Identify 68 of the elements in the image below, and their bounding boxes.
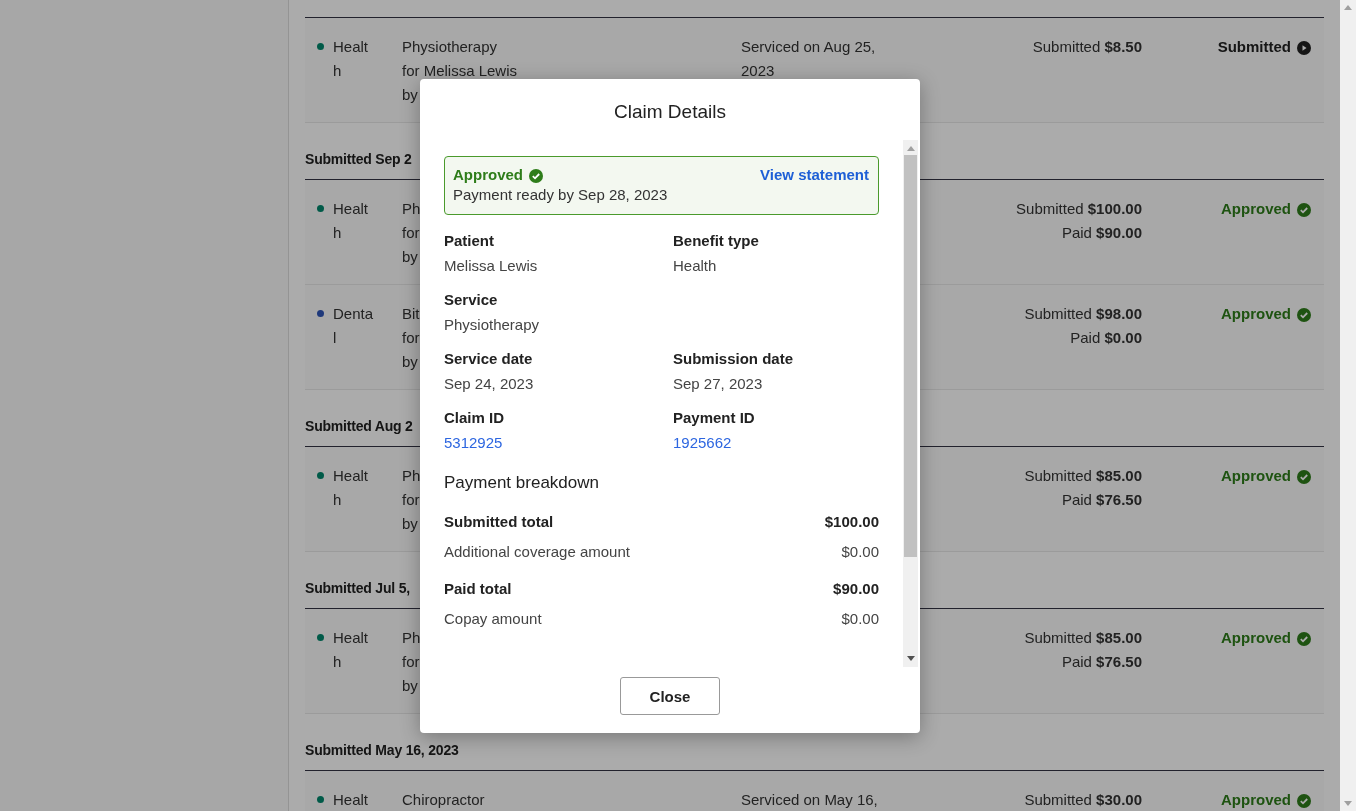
submitted-amount: Submitted $85.00 bbox=[1024, 628, 1142, 648]
claim-description: by bbox=[402, 85, 418, 105]
group-heading: Submitted May 16, 2023 bbox=[305, 742, 459, 758]
status-label: Submitted bbox=[1217, 37, 1291, 57]
paid-amount: Paid $76.50 bbox=[1061, 652, 1142, 672]
claim-description: for Melissa Lewis bbox=[402, 61, 518, 81]
submitted-amount: Submitted $30.00 bbox=[1024, 790, 1142, 810]
category-label: Dental bbox=[333, 304, 374, 348]
breakdown-label: Paid total bbox=[444, 580, 512, 597]
status-label: Approved bbox=[1221, 304, 1291, 324]
breakdown-amount: $0.00 bbox=[841, 610, 879, 627]
breakdown-label: Submitted total bbox=[444, 513, 554, 530]
breakdown-amount: $100.00 bbox=[824, 513, 879, 530]
serviced-date: Serviced on Aug 25, 2023 bbox=[741, 38, 876, 79]
group-heading: Submitted Jul 5, bbox=[305, 580, 410, 596]
claim-description: for bbox=[402, 223, 420, 243]
category-label: Healt bbox=[333, 790, 370, 810]
status-label: Approved bbox=[453, 166, 523, 183]
submitted-amount: Submitted $100.00 bbox=[1016, 199, 1142, 219]
field-value: Melissa Lewis bbox=[444, 257, 539, 274]
status-label: Approved bbox=[1221, 199, 1291, 219]
field-label: Payment ID bbox=[673, 409, 756, 426]
payment-note: Payment ready by Sep 28, 2023 bbox=[453, 186, 669, 203]
field-label: Submission date bbox=[673, 350, 795, 367]
field-value: Physiotherapy bbox=[444, 316, 541, 333]
claim-description: Bit bbox=[402, 304, 420, 324]
breakdown-amount: $90.00 bbox=[833, 580, 879, 597]
status-label: Approved bbox=[1221, 790, 1291, 810]
claim-description: for bbox=[402, 328, 420, 348]
paid-amount: Paid $0.00 bbox=[1070, 328, 1142, 348]
group-heading: Submitted Aug 2 bbox=[305, 418, 413, 434]
claim-description: Ph bbox=[402, 628, 421, 648]
group-heading: Submitted Sep 2 bbox=[305, 151, 412, 167]
claim-description: Ph bbox=[402, 199, 421, 219]
breakdown-label: Copay amount bbox=[444, 610, 542, 627]
category-label: Health bbox=[333, 628, 370, 672]
submitted-amount: Submitted $98.00 bbox=[1024, 304, 1142, 324]
field-label: Patient bbox=[444, 232, 495, 249]
field-label: Service date bbox=[444, 350, 534, 367]
serviced-date: Serviced on May 16, bbox=[741, 791, 878, 808]
breakdown-heading: Payment breakdown bbox=[444, 473, 600, 493]
field-value: Sep 27, 2023 bbox=[673, 375, 764, 392]
category-label: Health bbox=[333, 466, 370, 510]
field-label: Claim ID bbox=[444, 409, 505, 426]
breakdown-label: Additional coverage amount bbox=[444, 543, 630, 560]
field-value: Sep 24, 2023 bbox=[444, 375, 535, 392]
category-label: Health bbox=[333, 199, 370, 243]
breakdown-amount: $0.00 bbox=[841, 543, 879, 560]
claim-description: for bbox=[402, 652, 420, 672]
field-value: Health bbox=[673, 257, 718, 274]
claim-description: by bbox=[402, 247, 418, 267]
claim-description: Ph bbox=[402, 466, 421, 486]
submitted-amount: Submitted $8.50 bbox=[1032, 37, 1142, 57]
field-label: Service bbox=[444, 291, 499, 308]
status-label: Approved bbox=[1221, 466, 1291, 486]
field-label: Benefit type bbox=[673, 232, 760, 249]
claim-description: for bbox=[402, 490, 420, 510]
claim-description: by bbox=[402, 352, 418, 372]
category-label: Health bbox=[333, 37, 370, 81]
claim-description: by bbox=[402, 514, 418, 534]
dialog-title: Claim Details bbox=[613, 100, 727, 124]
paid-amount: Paid $90.00 bbox=[1061, 223, 1142, 243]
status-label: Approved bbox=[1221, 628, 1291, 648]
paid-amount: Paid $76.50 bbox=[1061, 490, 1142, 510]
claim-description: Physiotherapy bbox=[402, 37, 498, 57]
claim-description: Chiropractor bbox=[402, 790, 485, 810]
claim-description: by bbox=[402, 676, 418, 696]
submitted-amount: Submitted $85.00 bbox=[1024, 466, 1142, 486]
